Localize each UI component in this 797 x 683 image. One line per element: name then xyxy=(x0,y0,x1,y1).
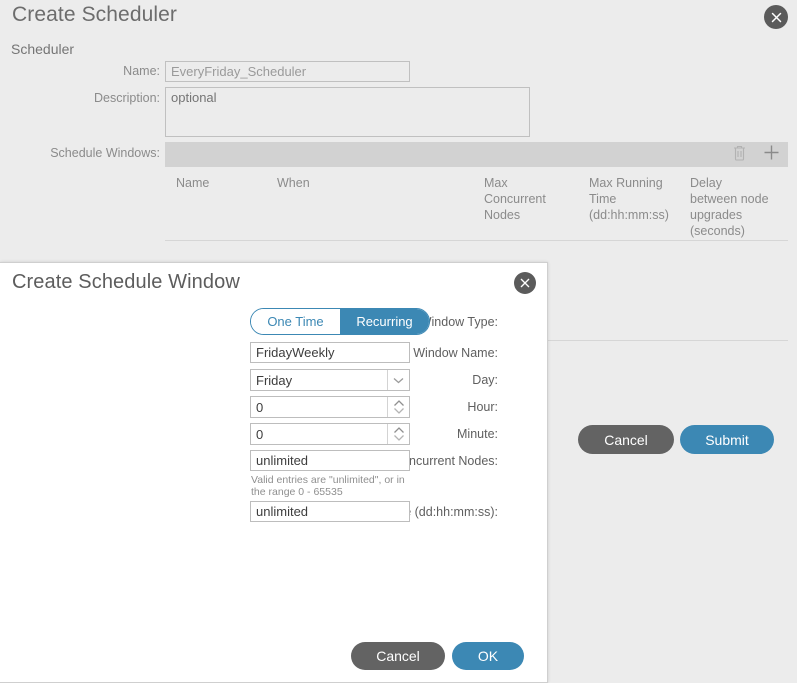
modal-ok-button[interactable]: OK xyxy=(452,642,524,670)
table-divider xyxy=(165,240,788,241)
minute-label: Minute: xyxy=(457,427,498,441)
minute-value: 0 xyxy=(256,426,264,442)
window-name-label: Window Name: xyxy=(413,346,498,360)
max-running-time-input[interactable] xyxy=(250,501,410,522)
description-label: Description: xyxy=(94,91,160,105)
cancel-button[interactable]: Cancel xyxy=(578,425,674,454)
segment-one-time[interactable]: One Time xyxy=(251,309,340,334)
modal-title: Create Schedule Window xyxy=(12,271,240,293)
close-icon[interactable] xyxy=(514,272,536,294)
day-value: Friday xyxy=(256,372,293,388)
window-name-input[interactable] xyxy=(250,342,410,363)
hour-value: 0 xyxy=(256,399,264,415)
schedule-windows-toolbar xyxy=(165,142,788,167)
plus-icon[interactable] xyxy=(763,144,780,166)
hour-label: Hour: xyxy=(467,400,498,414)
spinner-up-down-icon[interactable] xyxy=(387,397,409,417)
spinner-up-down-icon[interactable] xyxy=(387,424,409,444)
hour-stepper[interactable]: 0 xyxy=(250,396,410,418)
chevron-down-icon[interactable] xyxy=(387,370,409,390)
trash-icon[interactable] xyxy=(732,144,747,166)
window-type-segmented-control[interactable]: One Time Recurring xyxy=(250,308,430,335)
submit-button[interactable]: Submit xyxy=(680,425,774,454)
column-header-name: Name xyxy=(176,176,210,190)
minute-stepper[interactable]: 0 xyxy=(250,423,410,445)
schedule-windows-label: Schedule Windows: xyxy=(50,146,160,160)
max-concurrent-nodes-input[interactable] xyxy=(250,450,410,471)
section-label: Scheduler xyxy=(11,41,75,57)
description-input[interactable] xyxy=(165,87,530,137)
schedule-windows-table-header: Name When Max Concurrent Nodes Max Runni… xyxy=(176,176,769,238)
max-concurrent-nodes-helper-text: Valid entries are "unlimited", or in the… xyxy=(251,474,405,498)
modal-cancel-button[interactable]: Cancel xyxy=(351,642,445,670)
name-label: Name: xyxy=(123,64,160,78)
page-title: Create Scheduler xyxy=(12,3,178,26)
day-select[interactable]: Friday xyxy=(250,369,410,391)
segment-recurring[interactable]: Recurring xyxy=(340,309,429,334)
name-input[interactable] xyxy=(165,61,410,82)
day-label: Day: xyxy=(472,373,498,387)
window-type-label: Window Type: xyxy=(419,315,498,329)
close-icon[interactable] xyxy=(764,5,788,29)
column-header-when: When xyxy=(277,176,310,190)
